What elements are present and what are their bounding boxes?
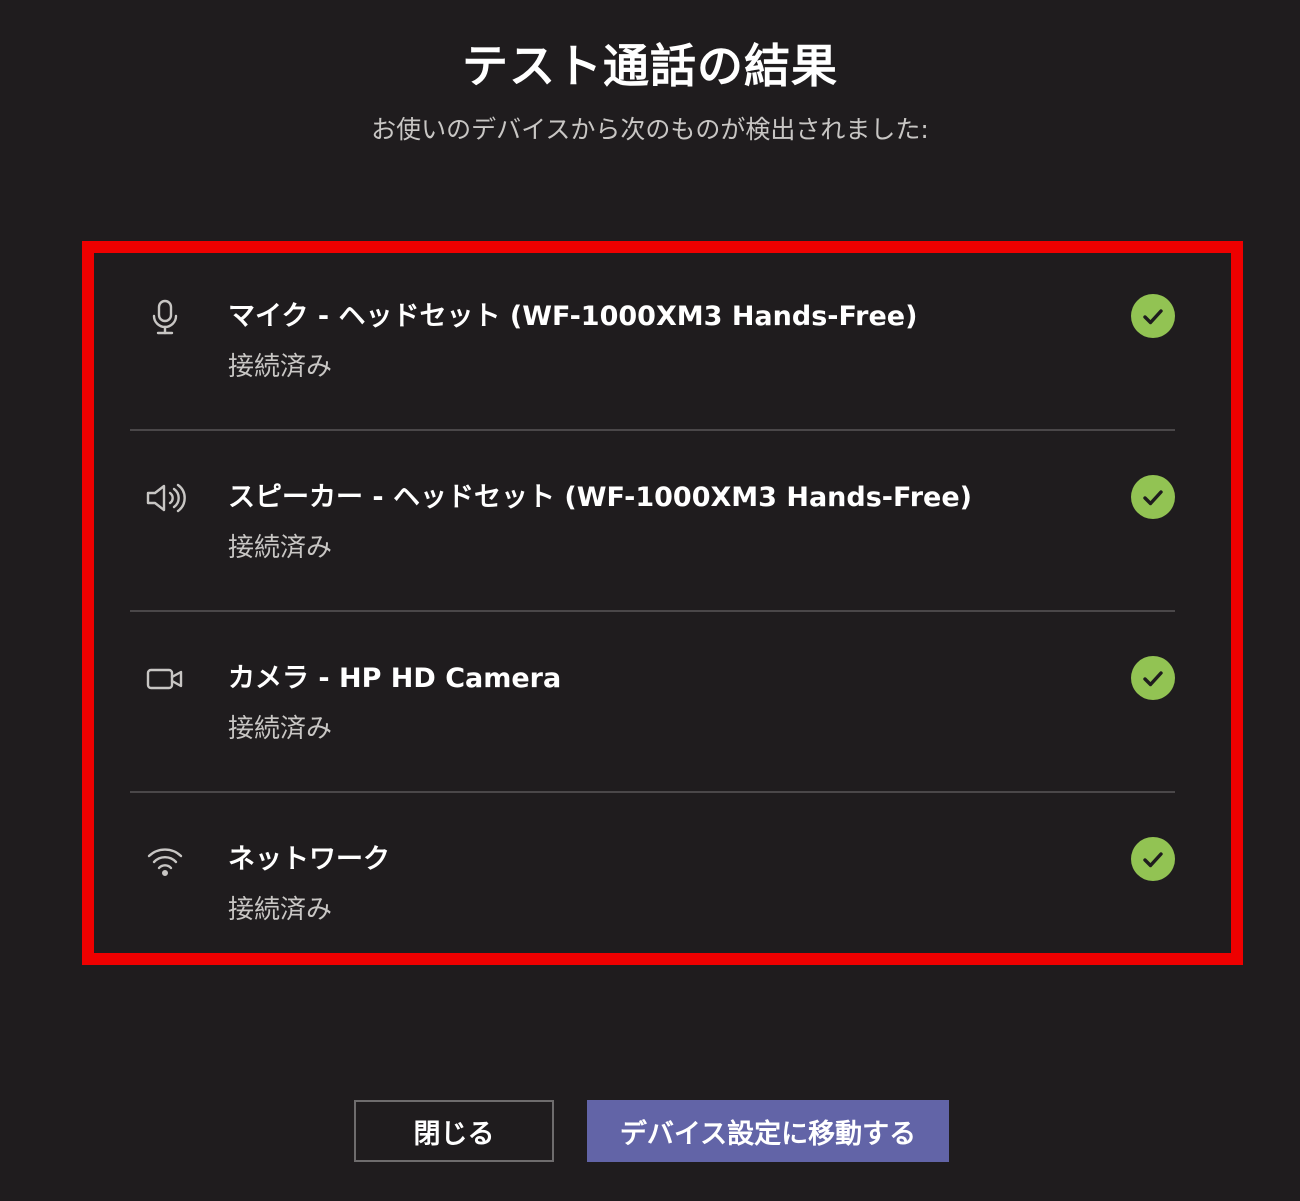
check-icon xyxy=(1131,475,1175,519)
dialog-subtitle: お使いのデバイスから次のものが検出されました: xyxy=(371,115,929,144)
close-button[interactable]: 閉じる xyxy=(354,1100,554,1162)
check-icon xyxy=(1131,837,1175,881)
device-status: 接続済み xyxy=(228,895,333,925)
device-name: カメラ - HP HD Camera xyxy=(228,663,562,694)
camera-icon xyxy=(144,658,186,700)
check-icon xyxy=(1131,294,1175,338)
device-item-microphone: マイク - ヘッドセット (WF-1000XM3 Hands-Free) 接続済… xyxy=(130,250,1175,431)
device-status: 接続済み xyxy=(228,533,333,563)
device-status: 接続済み xyxy=(228,714,333,744)
device-list: マイク - ヘッドセット (WF-1000XM3 Hands-Free) 接続済… xyxy=(130,250,1175,974)
check-icon xyxy=(1131,656,1175,700)
dialog-title: テスト通話の結果 xyxy=(462,39,838,93)
speaker-icon xyxy=(144,477,186,519)
device-status: 接続済み xyxy=(228,352,333,382)
device-settings-button[interactable]: デバイス設定に移動する xyxy=(587,1100,949,1162)
device-name: スピーカー - ヘッドセット (WF-1000XM3 Hands-Free) xyxy=(228,482,973,513)
device-item-camera: カメラ - HP HD Camera 接続済み xyxy=(130,612,1175,793)
device-name: ネットワーク xyxy=(228,844,390,875)
wifi-icon xyxy=(144,839,186,881)
device-item-speaker: スピーカー - ヘッドセット (WF-1000XM3 Hands-Free) 接… xyxy=(130,431,1175,612)
microphone-icon xyxy=(144,296,186,338)
device-name: マイク - ヘッドセット (WF-1000XM3 Hands-Free) xyxy=(228,301,918,332)
device-item-network: ネットワーク 接続済み xyxy=(130,793,1175,974)
